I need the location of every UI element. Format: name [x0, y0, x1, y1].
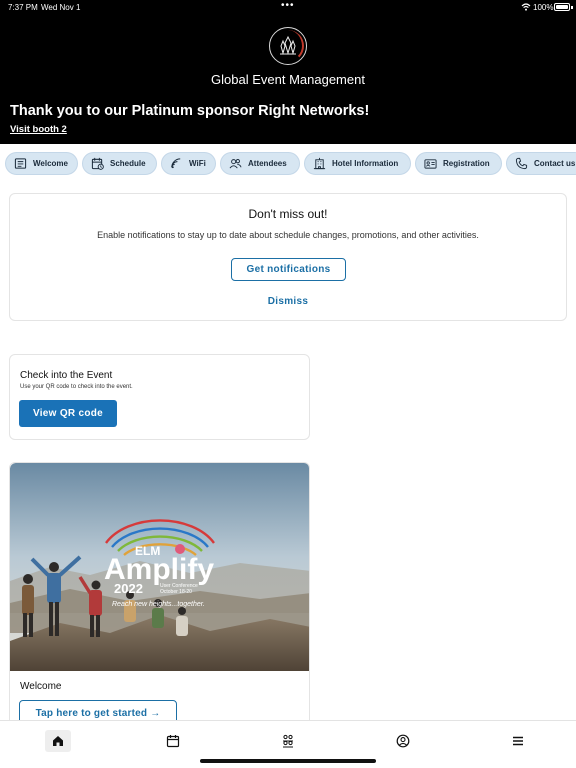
tab-profile[interactable]: [390, 730, 416, 752]
checkin-card: Check into the Event Use your QR code to…: [9, 354, 310, 440]
chip-label: Hotel Information: [332, 159, 399, 168]
tab-people[interactable]: [275, 730, 301, 752]
chip-schedule[interactable]: Schedule: [82, 152, 157, 175]
app-title: Global Event Management: [211, 72, 365, 87]
schedule-icon: [91, 157, 104, 170]
sponsor-banner-text: Thank you to our Platinum sponsor Right …: [10, 103, 370, 119]
welcome-hero-image: ELM Amplify 2022 User Conference October…: [10, 463, 309, 671]
registration-icon: [424, 159, 437, 169]
hero-tagline: Reach new heights...together.: [112, 601, 205, 608]
notifications-card: Don't miss out! Enable notifications to …: [9, 193, 567, 321]
tab-calendar[interactable]: [160, 730, 186, 752]
chip-welcome[interactable]: Welcome: [5, 152, 78, 175]
battery-percent: 100%: [533, 3, 554, 12]
chip-label: Contact us: [534, 159, 576, 168]
multitasking-dots[interactable]: •••: [281, 0, 295, 11]
profile-icon: [396, 734, 410, 748]
chip-label: WiFi: [189, 159, 206, 168]
quick-links-bar[interactable]: Welcome Schedule WiFi Attendees Hotel In…: [0, 152, 576, 176]
chip-registration[interactable]: Registration: [415, 152, 502, 175]
people-icon: [283, 734, 293, 748]
status-time: 7:37 PM: [8, 3, 38, 12]
status-bar: 7:37 PM Wed Nov 1 ••• 100%: [0, 0, 576, 16]
dismiss-button[interactable]: Dismiss: [10, 296, 566, 307]
view-qr-code-button[interactable]: View QR code: [19, 400, 117, 427]
app-header: 7:37 PM Wed Nov 1 ••• 100% Global Event …: [0, 0, 576, 144]
checkin-title: Check into the Event: [20, 370, 113, 381]
welcome-label: Welcome: [20, 681, 62, 692]
calendar-icon: [166, 735, 180, 748]
welcome-card[interactable]: ELM Amplify 2022 User Conference October…: [9, 462, 310, 732]
hotel-icon: [313, 157, 326, 170]
home-indicator[interactable]: [200, 759, 376, 763]
notifications-body: Enable notifications to stay up to date …: [97, 230, 479, 240]
notifications-title: Don't miss out!: [248, 207, 328, 221]
welcome-icon: [14, 158, 27, 169]
attendees-icon: [229, 159, 242, 169]
chip-label: Welcome: [33, 159, 68, 168]
battery-icon: [554, 3, 570, 11]
home-icon: [53, 736, 63, 746]
visit-booth-link[interactable]: Visit booth 2: [10, 124, 67, 135]
tab-menu[interactable]: [505, 730, 531, 752]
checkin-subtitle: Use your QR code to check into the event…: [20, 384, 133, 390]
menu-icon: [513, 736, 523, 746]
chip-attendees[interactable]: Attendees: [220, 152, 300, 175]
wifi-icon: [171, 158, 181, 169]
chip-label: Registration: [443, 159, 490, 168]
chip-contact-us[interactable]: Contact us: [506, 152, 576, 175]
chip-label: Attendees: [248, 159, 287, 168]
get-notifications-button[interactable]: Get notifications: [231, 258, 346, 281]
phone-icon: [515, 157, 528, 170]
hero-event-line2: October 18-20: [160, 589, 192, 595]
chip-hotel-information[interactable]: Hotel Information: [304, 152, 411, 175]
hero-year: 2022: [114, 581, 143, 596]
chip-wifi[interactable]: WiFi: [161, 152, 216, 175]
event-logo-icon: [269, 27, 307, 65]
wifi-status-icon: [521, 3, 531, 11]
chip-label: Schedule: [110, 159, 146, 168]
status-date: Wed Nov 1: [41, 3, 81, 12]
tab-home[interactable]: [45, 730, 71, 752]
